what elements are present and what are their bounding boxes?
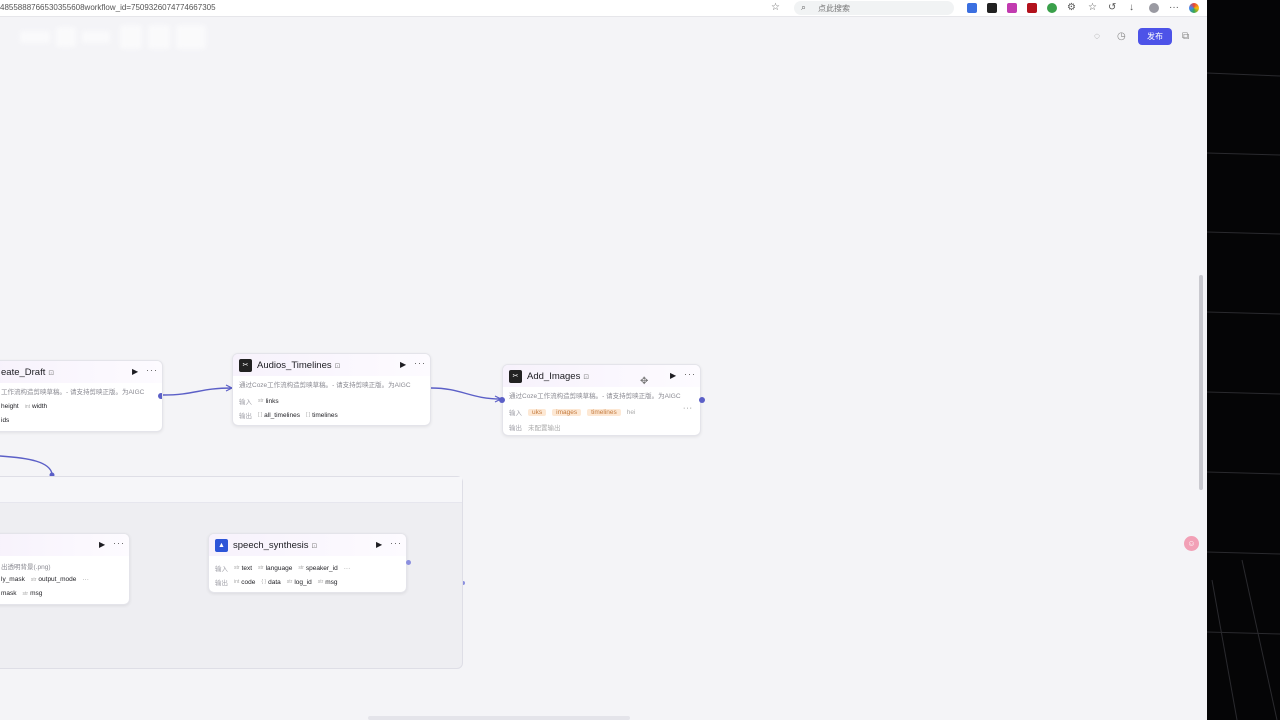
output-port[interactable]: [158, 393, 162, 399]
param-tag: str output_mode: [30, 576, 77, 583]
param-tag: int width: [24, 403, 48, 410]
scissors-icon: ✂: [239, 359, 252, 372]
node-speech-synthesis[interactable]: ▲ speech_synthesis ⊡ ▶ ··· 输入 str text str…: [208, 533, 407, 593]
node-description: 工作流构造剪映草稿。- 请支持剪映正版。为AIGC: [1, 389, 145, 396]
run-icon[interactable]: ▶: [132, 367, 138, 376]
vertical-scrollbar[interactable]: [1199, 275, 1203, 490]
param-tag: [ ] timelines: [305, 411, 338, 419]
wall-lines: [1207, 72, 1280, 720]
node-title: Audios_Timelines ⊡: [257, 360, 341, 371]
node-add-images[interactable]: ✂ Add_Images ⊡ ▶ ··· 通过Coze工作流构造剪映草稿。- 请支…: [502, 364, 701, 436]
more-icon[interactable]: ···: [390, 538, 402, 548]
node-header: [0, 534, 129, 556]
param-tag: mask: [1, 590, 17, 597]
more-params-icon[interactable]: ···: [683, 405, 693, 412]
node-audios-timelines[interactable]: ✂ Audios_Timelines ⊡ ▶ ··· 通过Coze工作流构造剪映草…: [232, 353, 431, 426]
assistant-avatar-icon[interactable]: ☺: [1184, 536, 1199, 551]
output-port[interactable]: [699, 397, 705, 403]
sound-wave-icon: ▲: [215, 539, 228, 552]
info-icon: ⊡: [583, 374, 590, 381]
param-tag: str text: [234, 564, 253, 572]
more-params-icon[interactable]: ···: [82, 576, 89, 583]
param-tag: str msg: [317, 578, 338, 586]
node-title: Add_Images ⊡: [527, 371, 590, 382]
more-params-icon[interactable]: ···: [344, 565, 351, 572]
param-tag: { } data: [261, 578, 281, 586]
node-inputs: 输入 uks images timelines hei: [509, 408, 636, 417]
run-icon[interactable]: ▶: [376, 540, 382, 549]
move-cursor-icon: ✥: [640, 376, 649, 387]
param-tag: ly_mask: [1, 576, 25, 583]
param-tag: uks: [528, 408, 547, 416]
node-inputs: ly_mask str output_mode ···: [1, 576, 95, 583]
node-outputs: 输出 [ ] all_timelines [ ] timelines: [239, 411, 338, 421]
param-tag: images: [552, 408, 582, 416]
run-icon[interactable]: ▶: [99, 540, 105, 549]
info-icon: ⊡: [311, 543, 318, 550]
param-tag: str msg: [22, 590, 43, 597]
param-tag: height: [1, 403, 19, 410]
run-icon[interactable]: ▶: [400, 360, 406, 369]
node-outputs: mask str msg: [1, 590, 48, 597]
node-outputs: 输出 未配置输出: [509, 425, 561, 432]
param-tag: str speaker_id: [298, 564, 338, 572]
more-icon[interactable]: ···: [146, 365, 158, 375]
edge-draft-to-audios: [162, 387, 233, 396]
node-inputs: height int width: [1, 403, 53, 410]
browser-window: 4855888766530355608workflow_id=750932607…: [0, 0, 1207, 720]
node-inputs: 输入 str links: [239, 397, 279, 407]
node-title: eate_Draft ⊡: [1, 367, 55, 378]
output-port[interactable]: [406, 560, 411, 565]
edge-to-group: [0, 455, 53, 475]
node-description: 出透明背景(.png): [1, 564, 51, 571]
info-icon: ⊡: [48, 370, 55, 377]
info-icon: ⊡: [334, 363, 341, 370]
group-header: [0, 477, 462, 503]
param-tag: str language: [258, 564, 293, 572]
run-icon[interactable]: ▶: [670, 371, 676, 380]
param-tag: [ ] all_timelines: [258, 411, 300, 419]
param-tag: timelines: [587, 408, 621, 416]
scissors-icon: ✂: [509, 370, 522, 383]
node-inputs: 输入 str text str language str speaker_id ···: [215, 564, 351, 574]
param-tag: str log_id: [286, 578, 312, 586]
node-description: 通过Coze工作流构造剪映草稿。- 请支持剪映正版。为AIGC: [509, 393, 681, 400]
param-tag: hei: [626, 408, 636, 416]
node-title: speech_synthesis ⊡: [233, 540, 318, 551]
node-outputs: ids: [1, 417, 10, 424]
param-tag: str links: [258, 397, 279, 405]
node-outputs: 输出 int code { } data str log_id str msg: [215, 578, 338, 588]
more-icon[interactable]: ···: [414, 358, 426, 368]
background-wall: [1207, 0, 1280, 720]
more-icon[interactable]: ···: [684, 369, 696, 379]
node-image-matting[interactable]: ▶ ··· 出透明背景(.png) ly_mask str output_mode…: [0, 533, 130, 605]
param-tag: int code: [234, 578, 256, 586]
input-port[interactable]: [499, 397, 505, 403]
canvas-toolbar[interactable]: [368, 716, 630, 720]
node-description: 通过Coze工作流构造剪映草稿。- 请支持剪映正版。为AIGC: [239, 382, 411, 389]
more-icon[interactable]: ···: [113, 538, 125, 548]
node-create-draft[interactable]: eate_Draft ⊡ ▶ ··· 工作流构造剪映草稿。- 请支持剪映正版。为A…: [0, 360, 163, 432]
edge-audios-to-images: [430, 387, 502, 400]
